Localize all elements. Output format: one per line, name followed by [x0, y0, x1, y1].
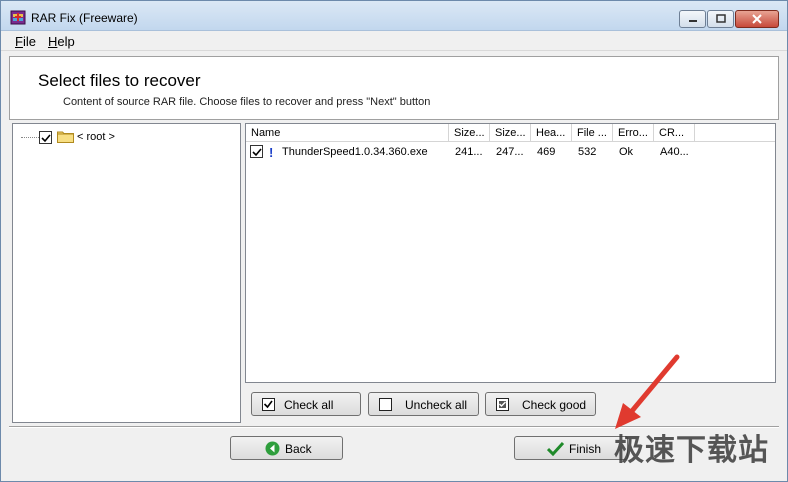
page-title: Select files to recover [38, 71, 201, 90]
minimize-icon [688, 20, 697, 22]
uncheck-all-button[interactable]: Uncheck all [368, 392, 479, 416]
cell-size-unpacked: 247... [496, 146, 524, 158]
finish-label: Finish [569, 442, 602, 456]
finish-button[interactable]: Finish [514, 436, 628, 460]
folder-icon [57, 131, 74, 143]
check-all-label: Check all [284, 398, 334, 412]
tree-root-label: < root > [77, 131, 115, 143]
cell-header: 469 [537, 146, 556, 158]
menu-file-accel: F [15, 34, 23, 49]
checkmark-icon [41, 134, 51, 143]
back-arrow-icon [265, 441, 280, 456]
menu-bar: File Help [1, 31, 787, 51]
menu-file-label: ile [22, 34, 36, 49]
back-button[interactable]: Back [230, 436, 343, 460]
checkmark-icon [252, 148, 262, 157]
menu-help-label: elp [57, 34, 75, 49]
file-list[interactable]: Name Size... Size... Hea... File ... Err… [245, 123, 776, 383]
tree-root-checkbox[interactable] [39, 131, 52, 144]
window-title: RAR Fix (Freeware) [31, 11, 138, 25]
checked-box-icon [262, 398, 275, 411]
close-icon [752, 14, 762, 24]
uncheck-all-label: Uncheck all [405, 398, 468, 412]
check-all-button[interactable]: Check all [251, 392, 361, 416]
menu-help[interactable]: Help [48, 34, 75, 49]
warning-flag-icon: ! [269, 145, 274, 160]
cell-file-name: ThunderSpeed1.0.34.360.exe [282, 146, 428, 158]
menu-help-accel: H [48, 34, 58, 49]
good-box-icon [496, 398, 509, 411]
site-watermark: 极速下载站 [614, 433, 769, 468]
close-button[interactable] [735, 10, 779, 28]
annotation-arrow-icon [615, 354, 680, 429]
title-bar[interactable]: RAR Fix (Freeware) [1, 1, 787, 31]
row-checkbox[interactable] [250, 145, 263, 158]
cell-error: Ok [619, 146, 634, 158]
check-good-button[interactable]: Check good [485, 392, 596, 416]
empty-box-icon [379, 398, 392, 411]
cell-crc: A40... [660, 146, 689, 158]
cell-size-packed: 241... [455, 146, 483, 158]
tree-node-root[interactable]: < root > [19, 128, 219, 146]
maximize-button[interactable] [707, 10, 734, 28]
table-row[interactable]: ! ThunderSpeed1.0.34.360.exe 241... 247.… [246, 124, 775, 164]
maximize-icon [715, 14, 726, 23]
rar-fix-app-icon [10, 10, 26, 25]
page-subtitle: Content of source RAR file. Choose files… [63, 96, 431, 108]
folder-tree[interactable]: < root > [12, 123, 241, 423]
cell-file: 532 [578, 146, 597, 158]
tree-connector [21, 137, 39, 138]
finish-check-icon [547, 441, 564, 456]
check-good-label: Check good [522, 398, 587, 412]
wizard-header: Select files to recover Content of sourc… [9, 56, 779, 120]
window-controls [678, 10, 779, 28]
app-window: RAR Fix (Freeware) File Help Select file… [0, 0, 788, 482]
back-label: Back [285, 442, 312, 456]
minimize-button[interactable] [679, 10, 706, 28]
menu-file[interactable]: File [15, 34, 36, 49]
